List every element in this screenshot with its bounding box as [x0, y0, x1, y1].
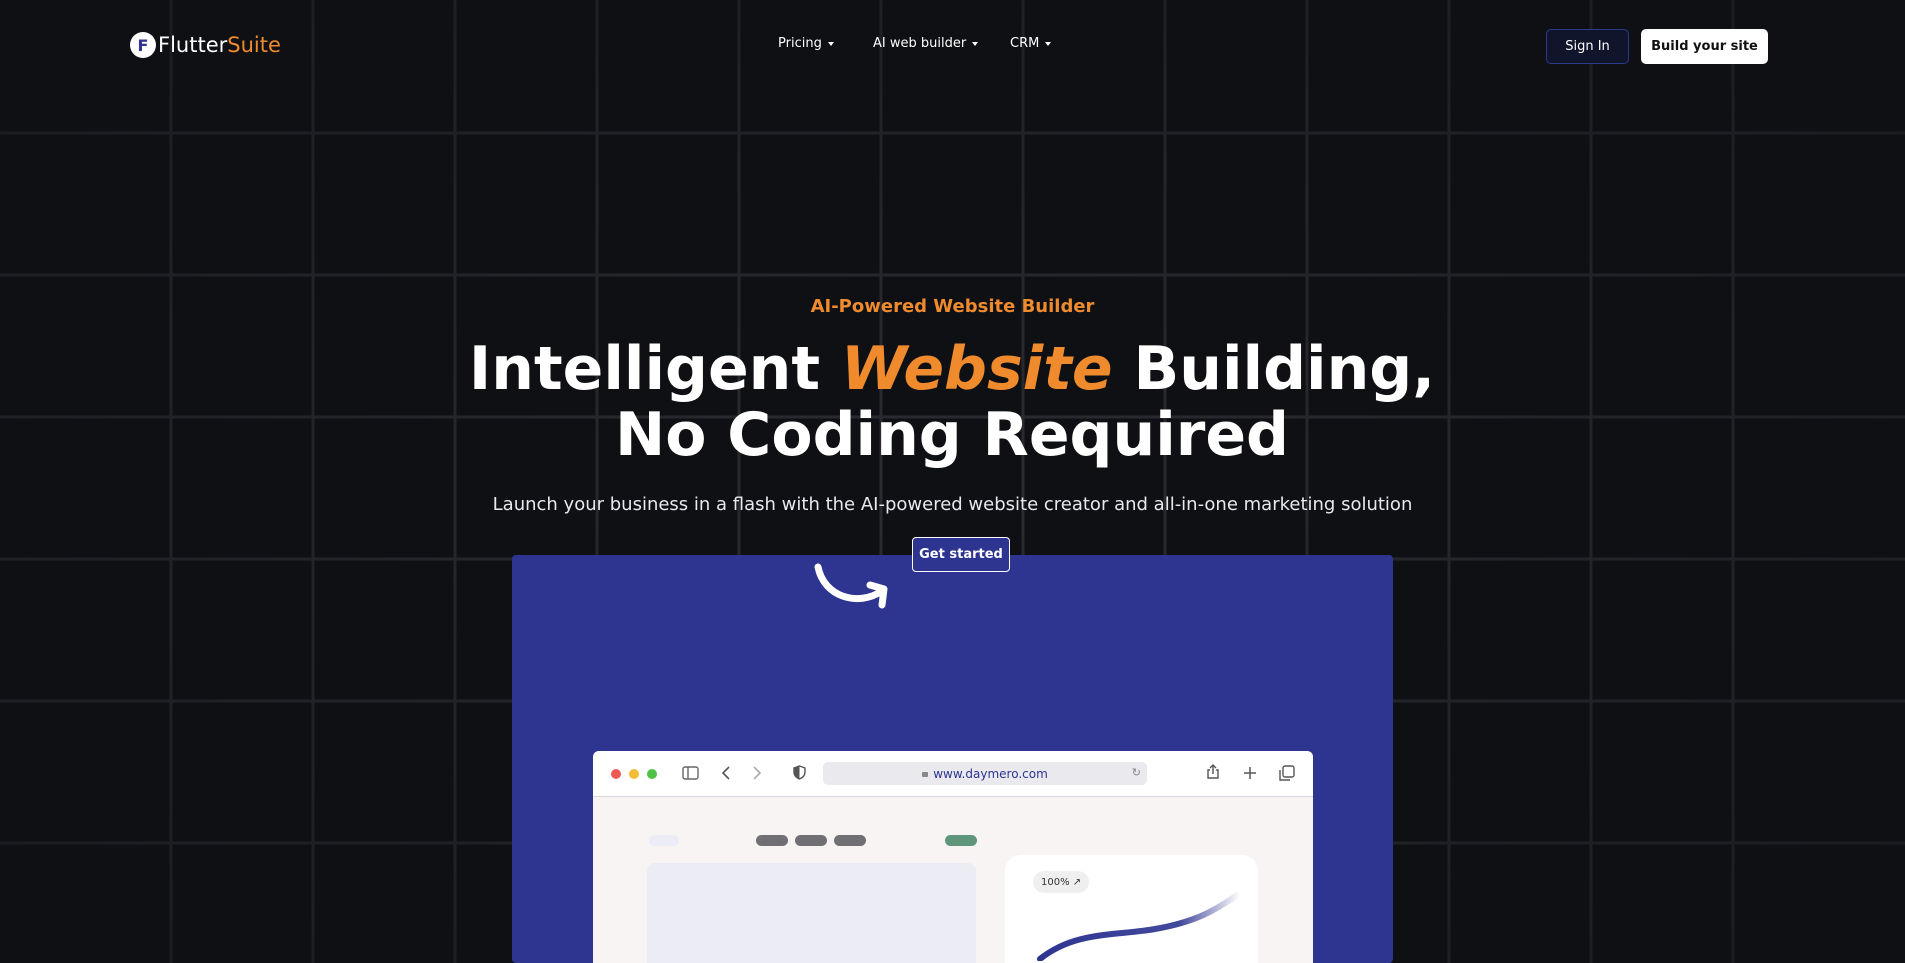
nav-item-label: Pricing	[778, 36, 822, 51]
new-tab-icon	[1244, 767, 1256, 779]
mock-nav-pill	[834, 835, 866, 846]
logo-mark-icon: F	[130, 32, 156, 58]
headline-accent: Website	[840, 334, 1113, 404]
product-showcase: www.daymero.com ↻ 100% ↗	[512, 555, 1393, 963]
get-started-button[interactable]: Get started	[912, 537, 1010, 572]
lock-icon	[922, 772, 929, 777]
caret-down-icon	[1045, 42, 1052, 46]
tabs-icon	[1279, 765, 1295, 781]
maximize-dot-icon	[647, 769, 657, 779]
browser-toolbar: www.daymero.com ↻	[593, 751, 1313, 797]
mock-content-panel	[647, 863, 976, 963]
nav-item-crm[interactable]: CRM	[1010, 36, 1052, 51]
nav-item-label: CRM	[1010, 36, 1040, 51]
mock-logo-placeholder	[649, 835, 679, 846]
back-icon	[721, 766, 730, 780]
mock-nav-pill	[795, 835, 827, 846]
sidebar-icon	[682, 766, 699, 780]
mock-stats-card: 100% ↗	[1005, 855, 1258, 963]
mock-cta-pill	[945, 835, 977, 846]
top-navbar: F Flutter Suite Pricing AI web builder CR…	[0, 0, 1905, 92]
nav-item-ai-web-builder[interactable]: AI web builder	[873, 36, 979, 51]
nav-item-pricing[interactable]: Pricing	[778, 36, 834, 51]
reload-icon: ↻	[1131, 766, 1141, 779]
forward-icon	[753, 766, 762, 780]
share-icon	[1207, 764, 1219, 779]
hero-subtitle: Launch your business in a flash with the…	[492, 494, 1413, 515]
mock-trend-curve	[1037, 891, 1243, 961]
url-bar[interactable]: www.daymero.com ↻	[823, 762, 1147, 785]
shield-icon	[793, 765, 806, 780]
mock-nav-pill	[756, 835, 788, 846]
logo-name-part2: Suite	[227, 33, 281, 57]
build-your-site-button[interactable]: Build your site	[1641, 29, 1768, 64]
url-text: www.daymero.com	[933, 766, 1048, 781]
mock-growth-badge: 100% ↗	[1033, 871, 1090, 893]
nav-item-label: AI web builder	[873, 36, 967, 51]
sign-in-button[interactable]: Sign In	[1546, 29, 1629, 64]
caret-down-icon	[827, 42, 834, 46]
hero-headline: Intelligent Website Building, No Coding …	[452, 336, 1452, 468]
headline-part1: Intelligent	[468, 334, 841, 404]
logo-letter: F	[137, 35, 149, 55]
caret-down-icon	[972, 42, 979, 46]
logo-name-part1: Flutter	[158, 33, 228, 57]
browser-mockup: www.daymero.com ↻ 100% ↗	[593, 751, 1313, 963]
curved-arrow-icon	[814, 563, 888, 609]
hero-eyebrow: AI-Powered Website Builder	[810, 296, 1095, 317]
landing-page: F Flutter Suite Pricing AI web builder CR…	[0, 0, 1905, 963]
brand-logo[interactable]: F Flutter Suite	[130, 32, 281, 58]
minimize-dot-icon	[629, 769, 639, 779]
close-dot-icon	[611, 769, 621, 779]
